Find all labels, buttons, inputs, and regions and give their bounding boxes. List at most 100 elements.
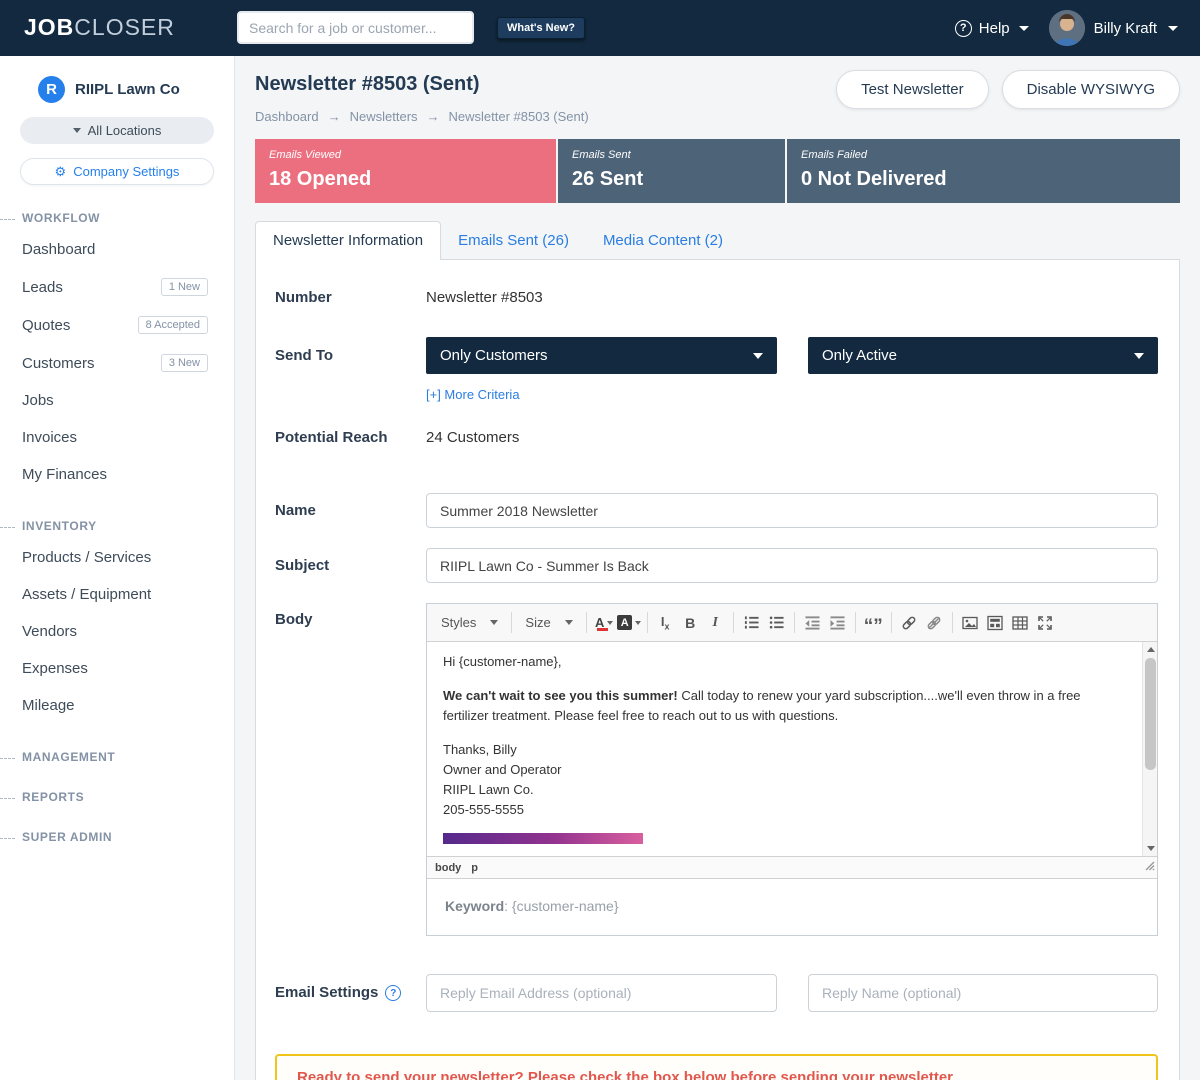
remove-format-icon: Ix	[661, 614, 670, 632]
chevron-down-icon	[565, 620, 573, 625]
path-p[interactable]: p	[471, 862, 478, 874]
insert-table-button[interactable]	[1008, 610, 1033, 635]
image-icon	[962, 615, 978, 631]
unlink-icon	[926, 615, 942, 631]
reply-email-input[interactable]	[426, 974, 777, 1012]
whats-new-button[interactable]: What's New?	[497, 17, 585, 39]
outdent-icon	[805, 615, 820, 630]
user-menu[interactable]: Billy Kraft	[1049, 10, 1178, 46]
signature-line: Owner and Operator	[443, 760, 1127, 780]
resize-grip-icon[interactable]	[1145, 858, 1155, 876]
sidebar-item-quotes[interactable]: Quotes 8 Accepted	[0, 306, 234, 344]
help-tooltip-icon[interactable]: ?	[385, 985, 401, 1001]
insert-template-button[interactable]	[983, 610, 1008, 635]
test-newsletter-button[interactable]: Test Newsletter	[836, 70, 989, 109]
item-label: Jobs	[22, 392, 54, 409]
keyword-value: : {customer-name}	[504, 898, 618, 914]
size-label: Size	[525, 615, 550, 630]
send-to-value: Only Customers	[440, 347, 548, 364]
outdent-button[interactable]	[800, 610, 825, 635]
maximize-button[interactable]	[1033, 610, 1058, 635]
ordered-list-button[interactable]	[739, 610, 764, 635]
sidebar-item-dashboard[interactable]: Dashboard	[0, 231, 234, 268]
editor-scrollbar[interactable]	[1142, 642, 1157, 856]
section-super-admin[interactable]: SUPER ADMIN	[0, 830, 234, 844]
help-label: Help	[979, 20, 1010, 37]
number-label: Number	[275, 289, 426, 306]
sidebar-item-leads[interactable]: Leads1 New	[0, 268, 234, 306]
remove-format-button[interactable]: Ix	[653, 610, 678, 635]
reply-name-input[interactable]	[808, 974, 1158, 1012]
sidebar-item-assets-equipment[interactable]: Assets / Equipment	[0, 576, 234, 613]
breadcrumb-newsletters[interactable]: Newsletters	[350, 109, 418, 124]
status-filter-select[interactable]: Only Active	[808, 337, 1158, 374]
scroll-up-icon[interactable]	[1143, 642, 1157, 657]
chevron-down-icon	[490, 620, 498, 625]
styles-dropdown[interactable]: Styles	[433, 611, 506, 634]
size-dropdown[interactable]: Size	[517, 611, 580, 634]
item-label: Quotes	[22, 317, 70, 334]
text-color-button[interactable]: A	[592, 610, 617, 635]
quotes-badge: 8 Accepted	[138, 316, 208, 334]
bullet-list-icon	[769, 615, 784, 630]
name-input[interactable]	[426, 493, 1158, 528]
insert-image-button[interactable]	[958, 610, 983, 635]
sidebar-item-expenses[interactable]: Expenses	[0, 650, 234, 687]
breadcrumb-dashboard[interactable]: Dashboard	[255, 109, 319, 124]
sidebar-item-mileage[interactable]: Mileage	[0, 687, 234, 724]
section-workflow[interactable]: WORKFLOW	[0, 211, 234, 225]
italic-button[interactable]: I	[703, 610, 728, 635]
logo-light: CLOSER	[74, 14, 175, 40]
sidebar-item-invoices[interactable]: Invoices	[0, 419, 234, 456]
unlink-button[interactable]	[922, 610, 947, 635]
template-icon	[987, 615, 1003, 631]
sidebar-item-vendors[interactable]: Vendors	[0, 613, 234, 650]
send-to-select[interactable]: Only Customers	[426, 337, 777, 374]
sidebar-item-my-finances[interactable]: My Finances	[0, 456, 234, 493]
bold-button[interactable]: B	[678, 610, 703, 635]
tab-bar: Newsletter Information Emails Sent (26) …	[255, 221, 1180, 259]
tab-emails-sent[interactable]: Emails Sent (26)	[441, 222, 586, 259]
keyword-hint: Keyword: {customer-name}	[427, 879, 1157, 935]
user-name: Billy Kraft	[1094, 20, 1157, 37]
editor-content[interactable]: Hi {customer-name}, We can't wait to see…	[427, 642, 1157, 856]
company-selector[interactable]: R RIIPL Lawn Co	[0, 56, 234, 103]
section-inventory[interactable]: INVENTORY	[0, 519, 234, 533]
sidebar-item-jobs[interactable]: Jobs	[0, 382, 234, 419]
search-input[interactable]	[237, 11, 474, 44]
sidebar-item-products-services[interactable]: Products / Services	[0, 539, 234, 576]
chevron-down-icon	[73, 128, 81, 133]
path-body[interactable]: body	[435, 862, 461, 874]
bullet-list-button[interactable]	[764, 610, 789, 635]
scroll-down-icon[interactable]	[1143, 841, 1157, 856]
stat-emails-sent: Emails Sent 26 Sent	[558, 139, 785, 203]
chevron-down-icon	[635, 621, 641, 625]
section-management[interactable]: MANAGEMENT	[0, 750, 234, 764]
signature-line: 205-555-5555	[443, 800, 1127, 820]
tab-newsletter-information[interactable]: Newsletter Information	[255, 221, 441, 260]
more-criteria-link[interactable]: [+] More Criteria	[426, 387, 520, 402]
background-color-button[interactable]: A	[617, 610, 642, 635]
potential-reach-value: 24 Customers	[426, 429, 1158, 446]
subject-input[interactable]	[426, 548, 1158, 583]
disable-wysiwyg-button[interactable]: Disable WYSIWYG	[1002, 70, 1180, 109]
chevron-down-icon	[1168, 26, 1178, 31]
chevron-down-icon	[1134, 353, 1144, 359]
section-reports[interactable]: REPORTS	[0, 790, 234, 804]
settings-label: Company Settings	[73, 164, 179, 179]
company-settings-button[interactable]: ⚙ Company Settings	[20, 158, 214, 185]
app-logo[interactable]: JOBCLOSER	[24, 14, 175, 41]
sidebar-item-customers[interactable]: Customers3 New	[0, 344, 234, 382]
stat-emails-viewed: Emails Viewed 18 Opened	[255, 139, 556, 203]
all-locations-dropdown[interactable]: All Locations	[20, 117, 214, 144]
tab-media-content[interactable]: Media Content (2)	[586, 222, 740, 259]
item-label: Vendors	[22, 623, 77, 640]
blockquote-button[interactable]: “”	[861, 610, 886, 635]
help-menu[interactable]: ? Help	[955, 20, 1029, 37]
link-button[interactable]	[897, 610, 922, 635]
indent-button[interactable]	[825, 610, 850, 635]
keyword-label: Keyword	[445, 898, 504, 914]
customers-badge: 3 New	[161, 354, 208, 372]
scrollbar-thumb[interactable]	[1145, 658, 1156, 770]
item-label: Dashboard	[22, 241, 95, 258]
